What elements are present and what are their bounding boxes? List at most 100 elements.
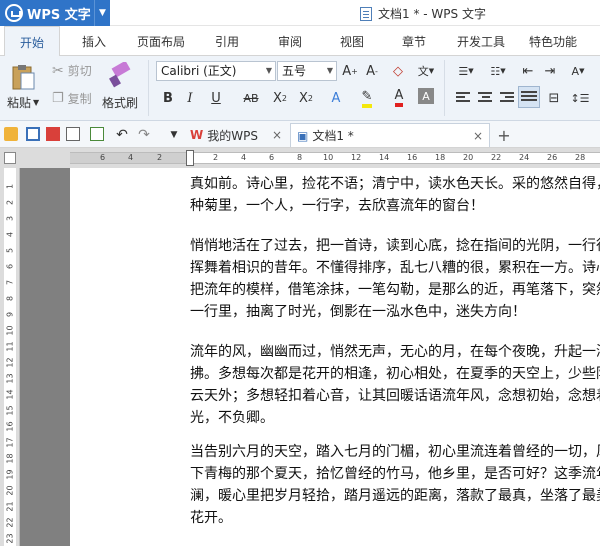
char-shading-icon[interactable]: A xyxy=(418,88,434,104)
divider xyxy=(148,60,149,116)
text-line: 挥舞着相识的昔年。不懂得排序，乱七八糟的很，累积在一方。诗心里 xyxy=(190,260,600,276)
undo-icon[interactable]: ↶ xyxy=(112,125,132,145)
tab-chapter[interactable]: 章节 xyxy=(392,26,436,56)
horizontal-ruler[interactable]: 6 4 2 2 4 6 8 10 12 14 16 18 20 22 24 26… xyxy=(70,152,600,164)
tab-my-wps[interactable]: W 我的WPS × xyxy=(186,123,286,147)
vertical-ruler[interactable]: 1 2 3 4 5 6 7 8 9 10 11 12 13 14 15 16 1… xyxy=(0,168,20,546)
italic-icon[interactable]: I xyxy=(180,88,200,108)
font-name-select[interactable]: Calibri (正文) ▼ xyxy=(156,61,276,81)
align-center-icon[interactable] xyxy=(476,88,496,108)
ribbon: 粘贴 ▼ ✂ 剪切 ❐ 复制 格式刷 Calibri (正文) ▼ 五号 ▼ A + A… xyxy=(0,56,600,121)
open-folder-icon[interactable] xyxy=(4,127,18,141)
pinyin-icon[interactable]: 文 ▼ xyxy=(412,61,440,81)
close-icon[interactable]: × xyxy=(272,128,282,142)
clear-format-icon[interactable]: ◇ xyxy=(388,61,408,81)
bold-icon[interactable]: B xyxy=(158,88,178,108)
chevron-down-icon[interactable]: ▼ xyxy=(164,125,184,145)
ruler-tick: 5 xyxy=(5,247,15,254)
text-line: 拂。多想每次都是花开的相逢，初心相处，在夏季的天空上，少些阴 xyxy=(190,366,600,382)
close-icon[interactable]: × xyxy=(473,129,483,143)
subscript-icon[interactable]: X2 xyxy=(296,88,316,108)
strikethrough-icon[interactable]: AB xyxy=(238,88,264,108)
format-painter-button[interactable]: 格式刷 xyxy=(102,94,138,111)
align-right-icon[interactable] xyxy=(498,88,518,108)
text-line: 流年的风，幽幽而过，悄然无声，无心的月，在每个夜晚，升起一泓 xyxy=(190,344,600,360)
shrink-font-icon[interactable]: A- xyxy=(362,61,382,81)
increase-indent-icon[interactable]: ⇥ xyxy=(540,61,560,81)
tab-document-label: 文档1 * xyxy=(312,129,354,143)
grow-font-icon[interactable]: A + xyxy=(340,61,360,81)
ruler-tick: 4 xyxy=(128,153,134,162)
copy-label: 复制 xyxy=(67,92,92,106)
text-line: 悄悄地活在了过去，把一首诗，读到心底，捻在指间的光阴，一行行 xyxy=(190,238,600,254)
tab-home[interactable]: 开始 xyxy=(4,26,60,57)
ruler-tick: 4 xyxy=(5,231,15,238)
ruler-tick: 3 xyxy=(5,215,15,222)
text-effect-icon[interactable]: A xyxy=(326,88,346,108)
ruler-tick: 16 xyxy=(407,153,418,162)
paragraph[interactable]: 悄悄地活在了过去，把一首诗，读到心底，捻在指间的光阴，一行行 挥舞着相识的昔年。… xyxy=(190,235,600,323)
ruler-tick: 2 xyxy=(213,153,219,162)
print-icon[interactable] xyxy=(66,127,80,141)
highlight-icon[interactable]: ✎ xyxy=(354,88,380,108)
line-spacing-icon[interactable]: ↕☰ xyxy=(566,88,594,108)
tab-my-wps-label: 我的WPS xyxy=(207,128,258,143)
text-line: 种菊里，一个人，一行字，去欣喜流年的窗台！ xyxy=(190,198,484,214)
tab-stop-icon[interactable] xyxy=(4,152,16,164)
ruler-tick: 7 xyxy=(5,279,15,286)
underline-icon[interactable]: U xyxy=(206,88,226,108)
tab-developer[interactable]: 开发工具 xyxy=(450,26,512,56)
ruler-tick: 2 xyxy=(157,153,163,162)
text-direction-icon[interactable]: A ▼ xyxy=(564,61,592,81)
redo-icon[interactable]: ↷ xyxy=(134,125,154,145)
tab-view[interactable]: 视图 xyxy=(330,26,374,56)
ruler-tick: 14 xyxy=(5,389,15,400)
text-line: 把流年的模样，借笔涂抹，一笔勾勒，是那么的近，再笔落下，突然 xyxy=(190,282,600,298)
page-background xyxy=(20,168,70,546)
align-left-icon[interactable] xyxy=(454,88,474,108)
superscript-icon[interactable]: X2 xyxy=(270,88,290,108)
font-size-select[interactable]: 五号 ▼ xyxy=(277,61,337,81)
ruler-tick: 8 xyxy=(5,295,15,302)
paragraph[interactable]: 当告别六月的天空，踏入七月的门楣，初心里流连着曾经的一切，风 下青梅的那个夏天，… xyxy=(190,441,600,529)
wps-menu-button[interactable]: WPS 文字 ▼ xyxy=(0,0,110,26)
paste-button[interactable]: 粘贴 ▼ xyxy=(7,94,39,111)
paste-label: 粘贴 xyxy=(7,96,32,110)
tab-page-layout[interactable]: 页面布局 xyxy=(130,26,192,56)
font-color-icon[interactable]: A xyxy=(386,88,412,108)
justify-icon[interactable] xyxy=(518,86,540,108)
chevron-down-icon[interactable]: ▼ xyxy=(94,0,110,26)
decrease-indent-icon[interactable]: ⇤ xyxy=(518,61,538,81)
document-icon: ▣ xyxy=(297,128,309,143)
paragraph[interactable]: 真如前。诗心里，捡花不语；清宁中，读水色天长。采的悠然自得， 种菊里，一个人，一… xyxy=(190,173,600,217)
paragraph[interactable]: 流年的风，幽幽而过，悄然无声，无心的月，在每个夜晚，升起一泓 拂。多想每次都是花… xyxy=(190,341,600,429)
new-tab-icon[interactable]: + xyxy=(494,125,514,145)
ruler-tick: 20 xyxy=(5,485,15,496)
scissors-icon: ✂ xyxy=(52,62,64,79)
format-painter-icon[interactable] xyxy=(106,60,134,90)
save-icon[interactable] xyxy=(26,127,40,141)
bullet-list-icon[interactable]: ☰ ▼ xyxy=(452,61,480,81)
tab-special-features[interactable]: 特色功能 xyxy=(522,26,584,56)
tab-references[interactable]: 引用 xyxy=(205,26,249,56)
chevron-down-icon: ▼ xyxy=(326,66,333,75)
tab-insert[interactable]: 插入 xyxy=(72,26,116,56)
numbered-list-icon[interactable]: ☷ ▼ xyxy=(484,61,512,81)
ruler-tick: 14 xyxy=(379,153,390,162)
distributed-align-icon[interactable]: ⊟ xyxy=(544,88,564,108)
format-painter-label: 格式刷 xyxy=(102,96,139,110)
copy-button[interactable]: ❐ 复制 xyxy=(52,90,92,107)
paste-icon[interactable] xyxy=(8,62,38,92)
export-pdf-icon[interactable] xyxy=(46,127,60,141)
indent-marker[interactable] xyxy=(186,150,194,166)
ruler-tick: 6 xyxy=(269,153,275,162)
tab-review[interactable]: 审阅 xyxy=(268,26,312,56)
tab-document[interactable]: ▣ 文档1 * × xyxy=(290,123,490,147)
document-page[interactable]: 真如前。诗心里，捡花不语；清宁中，读水色天长。采的悠然自得， 种菊里，一个人，一… xyxy=(70,168,600,546)
ruler-tick: 6 xyxy=(5,263,15,270)
print-preview-icon[interactable] xyxy=(90,127,104,141)
divider xyxy=(444,60,445,116)
window-title-text: 文档1 * - WPS 文字 xyxy=(378,7,486,21)
ruler-tick: 21 xyxy=(5,501,15,512)
cut-button[interactable]: ✂ 剪切 xyxy=(52,62,92,79)
